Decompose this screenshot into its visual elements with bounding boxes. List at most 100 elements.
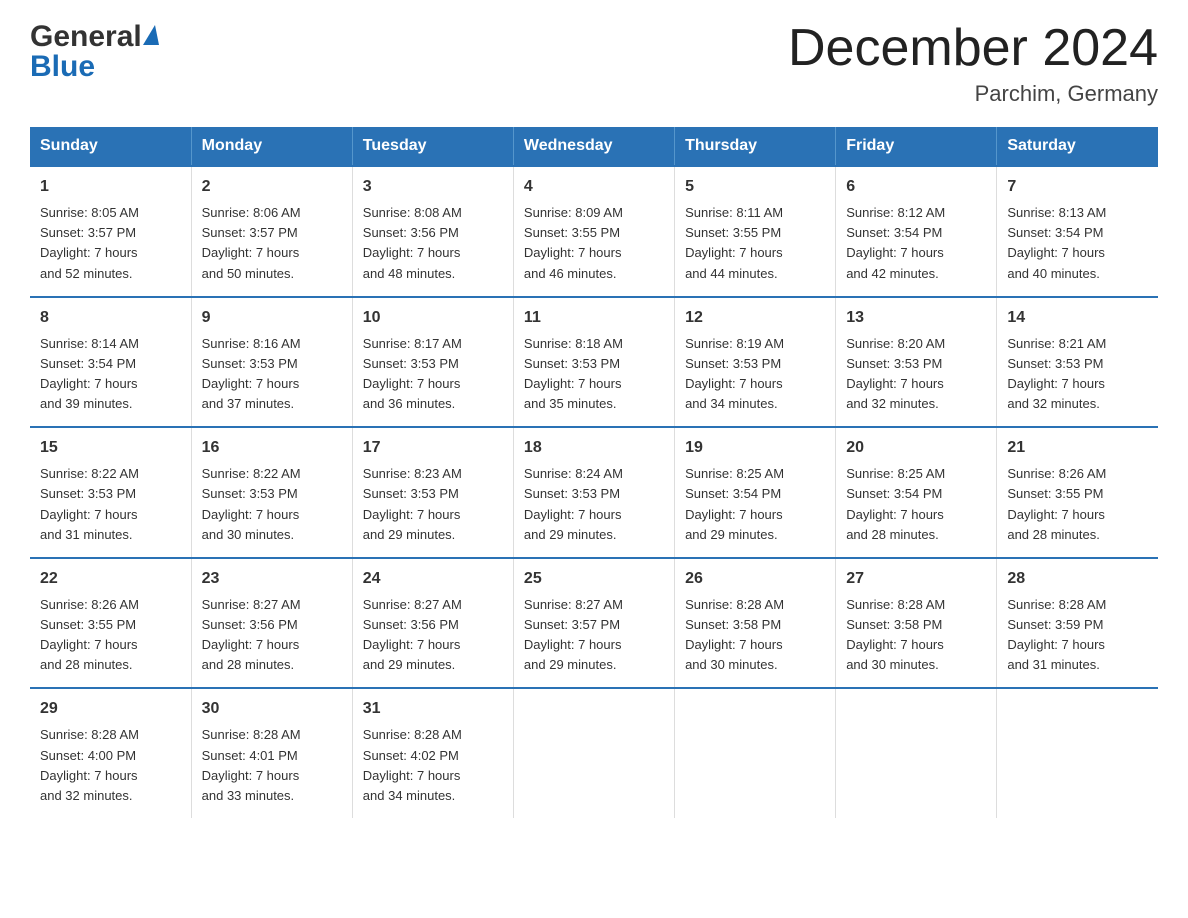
day-info: Sunrise: 8:08 AMSunset: 3:56 PMDaylight:…	[363, 203, 503, 284]
calendar-cell: 19 Sunrise: 8:25 AMSunset: 3:54 PMDaylig…	[675, 427, 836, 558]
day-number: 1	[40, 175, 181, 199]
day-info: Sunrise: 8:05 AMSunset: 3:57 PMDaylight:…	[40, 203, 181, 284]
week-row-2: 8 Sunrise: 8:14 AMSunset: 3:54 PMDayligh…	[30, 297, 1158, 428]
day-info: Sunrise: 8:26 AMSunset: 3:55 PMDaylight:…	[1007, 464, 1148, 545]
title-area: December 2024 Parchim, Germany	[788, 20, 1158, 107]
day-info: Sunrise: 8:12 AMSunset: 3:54 PMDaylight:…	[846, 203, 986, 284]
logo: General Blue	[30, 20, 159, 84]
col-header-sunday: Sunday	[30, 127, 191, 166]
day-info: Sunrise: 8:26 AMSunset: 3:55 PMDaylight:…	[40, 595, 181, 676]
day-info: Sunrise: 8:27 AMSunset: 3:57 PMDaylight:…	[524, 595, 664, 676]
calendar-cell: 17 Sunrise: 8:23 AMSunset: 3:53 PMDaylig…	[352, 427, 513, 558]
calendar-cell: 14 Sunrise: 8:21 AMSunset: 3:53 PMDaylig…	[997, 297, 1158, 428]
calendar-cell: 7 Sunrise: 8:13 AMSunset: 3:54 PMDayligh…	[997, 166, 1158, 297]
day-info: Sunrise: 8:22 AMSunset: 3:53 PMDaylight:…	[202, 464, 342, 545]
day-number: 5	[685, 175, 825, 199]
day-info: Sunrise: 8:20 AMSunset: 3:53 PMDaylight:…	[846, 334, 986, 415]
day-info: Sunrise: 8:25 AMSunset: 3:54 PMDaylight:…	[685, 464, 825, 545]
day-info: Sunrise: 8:23 AMSunset: 3:53 PMDaylight:…	[363, 464, 503, 545]
calendar-cell: 8 Sunrise: 8:14 AMSunset: 3:54 PMDayligh…	[30, 297, 191, 428]
day-number: 20	[846, 436, 986, 460]
day-number: 29	[40, 697, 181, 721]
day-info: Sunrise: 8:09 AMSunset: 3:55 PMDaylight:…	[524, 203, 664, 284]
day-number: 26	[685, 567, 825, 591]
calendar-cell: 16 Sunrise: 8:22 AMSunset: 3:53 PMDaylig…	[191, 427, 352, 558]
calendar-cell: 25 Sunrise: 8:27 AMSunset: 3:57 PMDaylig…	[513, 558, 674, 689]
calendar-table: SundayMondayTuesdayWednesdayThursdayFrid…	[30, 127, 1158, 818]
calendar-cell: 1 Sunrise: 8:05 AMSunset: 3:57 PMDayligh…	[30, 166, 191, 297]
day-info: Sunrise: 8:28 AMSunset: 3:58 PMDaylight:…	[685, 595, 825, 676]
col-header-thursday: Thursday	[675, 127, 836, 166]
calendar-cell: 31 Sunrise: 8:28 AMSunset: 4:02 PMDaylig…	[352, 688, 513, 818]
day-info: Sunrise: 8:11 AMSunset: 3:55 PMDaylight:…	[685, 203, 825, 284]
calendar-cell: 5 Sunrise: 8:11 AMSunset: 3:55 PMDayligh…	[675, 166, 836, 297]
calendar-cell	[836, 688, 997, 818]
logo-blue-text: Blue	[30, 50, 159, 84]
calendar-cell: 30 Sunrise: 8:28 AMSunset: 4:01 PMDaylig…	[191, 688, 352, 818]
day-number: 13	[846, 306, 986, 330]
day-info: Sunrise: 8:24 AMSunset: 3:53 PMDaylight:…	[524, 464, 664, 545]
calendar-cell: 10 Sunrise: 8:17 AMSunset: 3:53 PMDaylig…	[352, 297, 513, 428]
day-info: Sunrise: 8:06 AMSunset: 3:57 PMDaylight:…	[202, 203, 342, 284]
day-number: 28	[1007, 567, 1148, 591]
calendar-cell: 26 Sunrise: 8:28 AMSunset: 3:58 PMDaylig…	[675, 558, 836, 689]
day-info: Sunrise: 8:13 AMSunset: 3:54 PMDaylight:…	[1007, 203, 1148, 284]
calendar-cell: 21 Sunrise: 8:26 AMSunset: 3:55 PMDaylig…	[997, 427, 1158, 558]
calendar-cell: 23 Sunrise: 8:27 AMSunset: 3:56 PMDaylig…	[191, 558, 352, 689]
week-row-1: 1 Sunrise: 8:05 AMSunset: 3:57 PMDayligh…	[30, 166, 1158, 297]
day-number: 24	[363, 567, 503, 591]
col-header-tuesday: Tuesday	[352, 127, 513, 166]
day-number: 11	[524, 306, 664, 330]
day-number: 10	[363, 306, 503, 330]
day-info: Sunrise: 8:17 AMSunset: 3:53 PMDaylight:…	[363, 334, 503, 415]
day-info: Sunrise: 8:16 AMSunset: 3:53 PMDaylight:…	[202, 334, 342, 415]
col-header-saturday: Saturday	[997, 127, 1158, 166]
day-info: Sunrise: 8:22 AMSunset: 3:53 PMDaylight:…	[40, 464, 181, 545]
week-row-5: 29 Sunrise: 8:28 AMSunset: 4:00 PMDaylig…	[30, 688, 1158, 818]
day-number: 18	[524, 436, 664, 460]
calendar-cell: 12 Sunrise: 8:19 AMSunset: 3:53 PMDaylig…	[675, 297, 836, 428]
day-number: 31	[363, 697, 503, 721]
calendar-cell: 4 Sunrise: 8:09 AMSunset: 3:55 PMDayligh…	[513, 166, 674, 297]
day-number: 21	[1007, 436, 1148, 460]
week-row-3: 15 Sunrise: 8:22 AMSunset: 3:53 PMDaylig…	[30, 427, 1158, 558]
day-info: Sunrise: 8:27 AMSunset: 3:56 PMDaylight:…	[363, 595, 503, 676]
day-number: 4	[524, 175, 664, 199]
page-header: General Blue December 2024 Parchim, Germ…	[30, 20, 1158, 107]
day-number: 12	[685, 306, 825, 330]
calendar-cell	[675, 688, 836, 818]
logo-triangle-icon	[143, 25, 159, 45]
day-number: 30	[202, 697, 342, 721]
calendar-cell: 9 Sunrise: 8:16 AMSunset: 3:53 PMDayligh…	[191, 297, 352, 428]
day-number: 27	[846, 567, 986, 591]
day-number: 3	[363, 175, 503, 199]
day-info: Sunrise: 8:18 AMSunset: 3:53 PMDaylight:…	[524, 334, 664, 415]
day-number: 8	[40, 306, 181, 330]
calendar-cell: 29 Sunrise: 8:28 AMSunset: 4:00 PMDaylig…	[30, 688, 191, 818]
day-number: 17	[363, 436, 503, 460]
week-row-4: 22 Sunrise: 8:26 AMSunset: 3:55 PMDaylig…	[30, 558, 1158, 689]
col-header-wednesday: Wednesday	[513, 127, 674, 166]
calendar-cell	[513, 688, 674, 818]
calendar-cell: 20 Sunrise: 8:25 AMSunset: 3:54 PMDaylig…	[836, 427, 997, 558]
day-number: 14	[1007, 306, 1148, 330]
calendar-cell: 18 Sunrise: 8:24 AMSunset: 3:53 PMDaylig…	[513, 427, 674, 558]
calendar-cell: 11 Sunrise: 8:18 AMSunset: 3:53 PMDaylig…	[513, 297, 674, 428]
day-info: Sunrise: 8:28 AMSunset: 3:58 PMDaylight:…	[846, 595, 986, 676]
calendar-cell: 15 Sunrise: 8:22 AMSunset: 3:53 PMDaylig…	[30, 427, 191, 558]
calendar-header-row: SundayMondayTuesdayWednesdayThursdayFrid…	[30, 127, 1158, 166]
day-number: 2	[202, 175, 342, 199]
day-info: Sunrise: 8:27 AMSunset: 3:56 PMDaylight:…	[202, 595, 342, 676]
calendar-cell: 6 Sunrise: 8:12 AMSunset: 3:54 PMDayligh…	[836, 166, 997, 297]
day-info: Sunrise: 8:19 AMSunset: 3:53 PMDaylight:…	[685, 334, 825, 415]
day-number: 22	[40, 567, 181, 591]
day-number: 25	[524, 567, 664, 591]
calendar-subtitle: Parchim, Germany	[788, 81, 1158, 107]
day-info: Sunrise: 8:25 AMSunset: 3:54 PMDaylight:…	[846, 464, 986, 545]
col-header-monday: Monday	[191, 127, 352, 166]
day-number: 19	[685, 436, 825, 460]
col-header-friday: Friday	[836, 127, 997, 166]
calendar-cell	[997, 688, 1158, 818]
calendar-cell: 28 Sunrise: 8:28 AMSunset: 3:59 PMDaylig…	[997, 558, 1158, 689]
calendar-title: December 2024	[788, 20, 1158, 77]
